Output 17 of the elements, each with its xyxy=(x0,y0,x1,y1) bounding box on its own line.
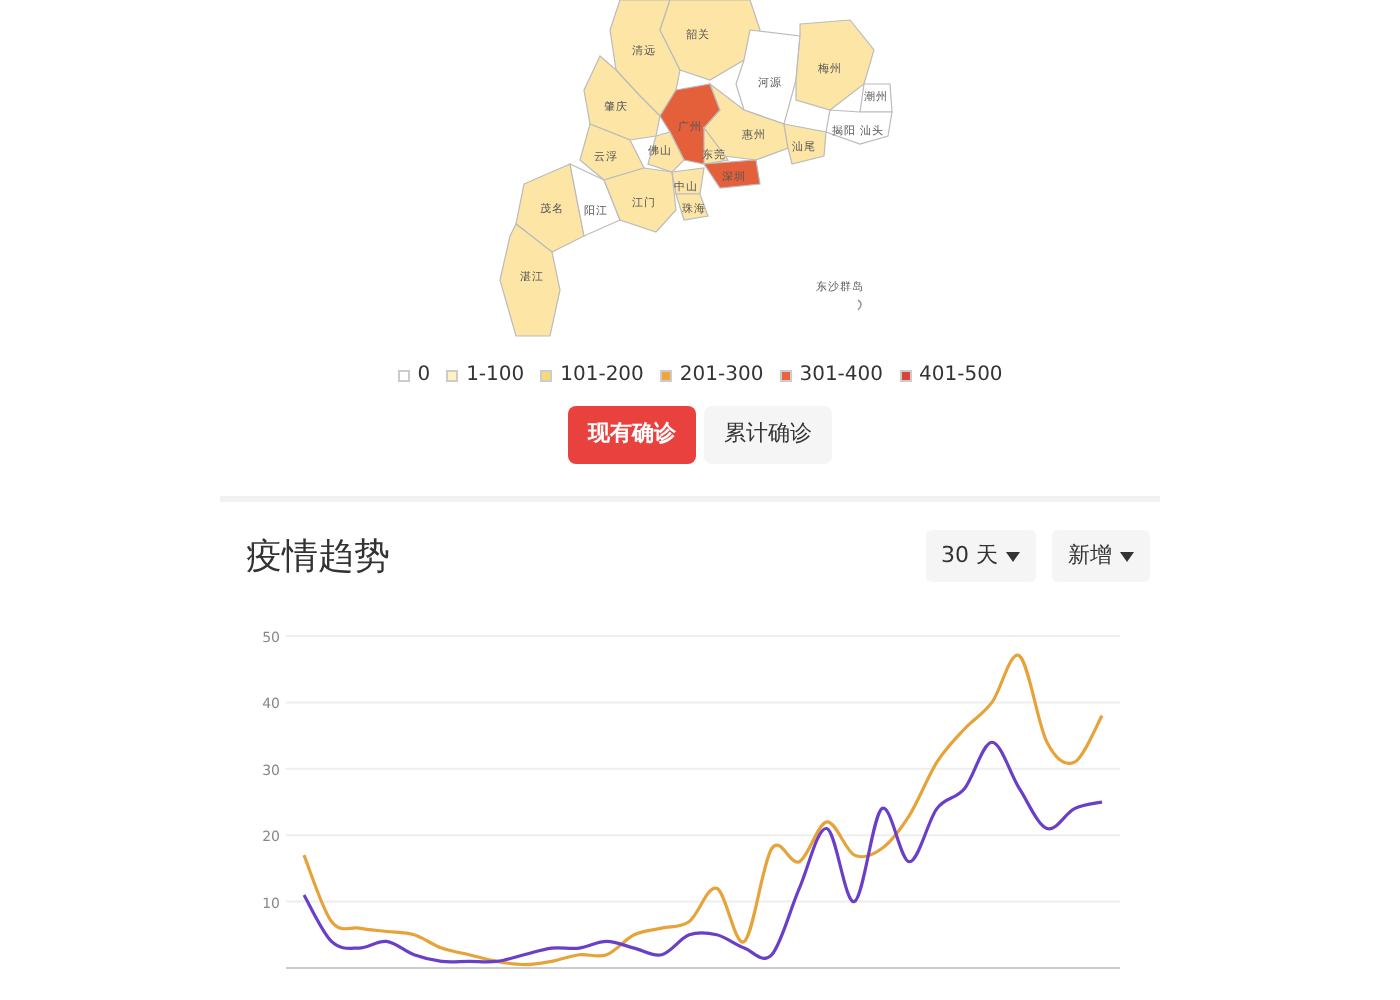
legend-label: 1-100 xyxy=(466,362,525,390)
caret-icon xyxy=(1006,551,1020,561)
dropdown-button[interactable]: 新增 xyxy=(1052,529,1150,583)
legend-label: 101-200 xyxy=(560,362,644,390)
map-region[interactable] xyxy=(859,83,893,113)
map-region[interactable] xyxy=(783,123,827,165)
dropdown-button[interactable]: 30 天 xyxy=(925,529,1036,583)
legend-label: 0 xyxy=(417,362,431,390)
legend-label: 401-500 xyxy=(919,362,1003,390)
caret-icon xyxy=(1120,551,1134,561)
section-title: 疫情趋势 xyxy=(246,533,390,581)
island-icon xyxy=(857,299,862,311)
toggle-button[interactable]: 现有确诊 xyxy=(568,406,696,463)
legend-label: 301-400 xyxy=(799,362,884,390)
toggle-button[interactable]: 累计确诊 xyxy=(704,406,832,463)
map-region[interactable] xyxy=(675,193,709,221)
legend-label: 201-300 xyxy=(679,362,764,390)
